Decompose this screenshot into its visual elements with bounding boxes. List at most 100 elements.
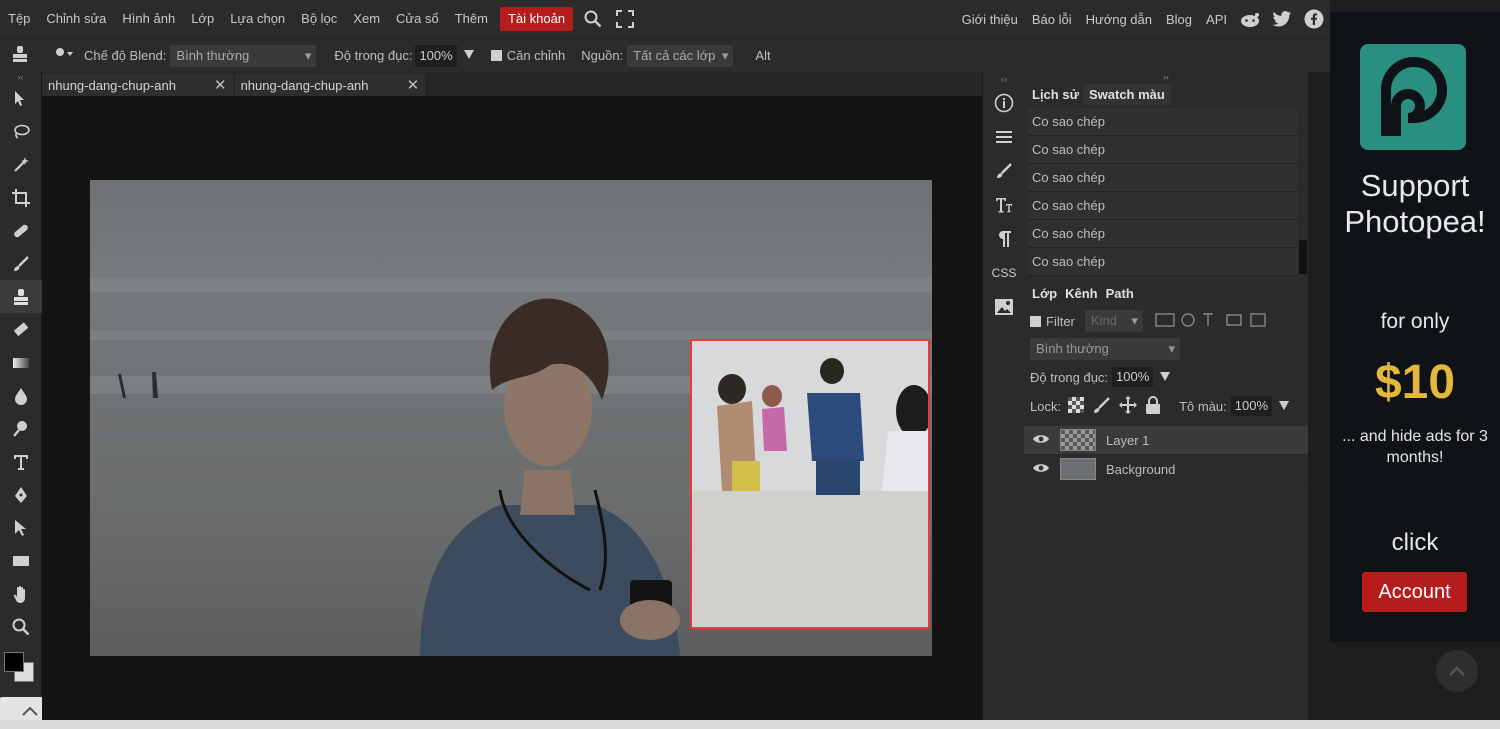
move-tool-icon[interactable]: [0, 82, 42, 115]
photopea-logo: [1360, 44, 1466, 150]
doc-tab[interactable]: nhung-dang-chup-anh ✕: [234, 74, 426, 96]
menu-layer[interactable]: Lớp: [183, 0, 222, 38]
menu-more[interactable]: Thêm: [447, 0, 496, 38]
source-label: Nguồn:: [581, 48, 624, 63]
tab-history[interactable]: Lịch sử: [1028, 87, 1083, 102]
menu-account[interactable]: Tài khoản: [499, 7, 574, 31]
foreground-color-swatch[interactable]: [4, 652, 24, 672]
reddit-icon[interactable]: [1239, 8, 1261, 30]
close-icon[interactable]: ✕: [214, 76, 227, 94]
layer-row[interactable]: Layer 1: [1024, 426, 1308, 455]
hand-tool-icon[interactable]: [0, 577, 42, 610]
swimmers-figure: [118, 372, 158, 398]
layer-opacity-label: Độ trong đục:: [1030, 369, 1109, 385]
history-item[interactable]: Co sao chép: [1028, 164, 1298, 192]
search-icon[interactable]: [582, 8, 604, 30]
fill-input[interactable]: 100%: [1230, 396, 1273, 416]
link-blog[interactable]: Blog: [1159, 12, 1199, 27]
eraser-tool-icon[interactable]: [0, 313, 42, 346]
layer-blend-select[interactable]: Bình thường: [1030, 338, 1180, 360]
panels-collapse-icon[interactable]: ›‹: [1024, 72, 1308, 82]
ad-account-button[interactable]: Account: [1362, 572, 1467, 612]
menu-image[interactable]: Hình ảnh: [114, 0, 183, 38]
crop-tool-icon[interactable]: [0, 181, 42, 214]
link-about[interactable]: Giới thiệu: [955, 12, 1025, 27]
history-scrollbar[interactable]: [1299, 240, 1307, 274]
layers-panel-tabs: Lớp Kênh Path: [1024, 280, 1308, 306]
close-icon[interactable]: ✕: [407, 76, 420, 94]
lock-position-icon[interactable]: [1119, 395, 1138, 417]
brush-tool-icon[interactable]: [0, 247, 42, 280]
tab-swatches[interactable]: Swatch màu: [1082, 83, 1171, 105]
tab-channels[interactable]: Kênh: [1061, 286, 1102, 301]
gradient-tool-icon[interactable]: [0, 346, 42, 379]
align-checkbox[interactable]: [490, 50, 502, 61]
pen-tool-icon[interactable]: [0, 478, 42, 511]
clone-stamp-icon[interactable]: [10, 44, 30, 67]
doc-tab[interactable]: nhung-dang-chup-anh ✕: [42, 74, 233, 96]
blend-mode-select[interactable]: Bình thường: [170, 44, 317, 67]
properties-icon[interactable]: [983, 120, 1025, 154]
layer-opacity-input[interactable]: 100%: [1112, 367, 1154, 387]
info-icon[interactable]: [983, 86, 1025, 120]
menu-select[interactable]: Lựa chọn: [222, 0, 293, 38]
path-select-icon[interactable]: [0, 511, 42, 544]
css-label[interactable]: CSS: [983, 256, 1025, 290]
menu-view[interactable]: Xem: [345, 0, 388, 38]
link-tutorial[interactable]: Hướng dẫn: [1079, 12, 1159, 27]
facebook-icon[interactable]: [1303, 8, 1325, 30]
twitter-icon[interactable]: [1271, 8, 1293, 30]
menu-filter[interactable]: Bộ lọc: [293, 0, 345, 38]
tab-layers[interactable]: Lớp: [1028, 286, 1061, 301]
magic-wand-icon[interactable]: [0, 148, 42, 181]
menu-edit[interactable]: Chỉnh sửa: [38, 0, 114, 38]
fill-dropdown-icon[interactable]: [1278, 399, 1290, 414]
lock-all-icon[interactable]: [1145, 395, 1161, 417]
person-figure: [420, 298, 680, 656]
history-item[interactable]: Co sao chép: [1028, 136, 1298, 164]
menu-bar: Tệp Chỉnh sửa Hình ảnh Lớp Lựa chọn Bộ l…: [0, 0, 1330, 38]
toolbar-collapse-icon[interactable]: ›‹: [0, 72, 41, 82]
filter-kind-select[interactable]: Kind: [1084, 310, 1143, 332]
brush-settings-icon[interactable]: [983, 154, 1025, 188]
zoom-tool-icon[interactable]: [0, 610, 42, 643]
clone-stamp-tool-icon[interactable]: [0, 280, 42, 313]
lasso-tool-icon[interactable]: [0, 115, 42, 148]
lock-pixels-icon[interactable]: [1093, 396, 1111, 417]
scroll-top-button[interactable]: [1436, 650, 1478, 692]
character-icon[interactable]: [983, 188, 1025, 222]
brush-preset-icon[interactable]: [52, 44, 74, 67]
layer-opacity-dropdown-icon[interactable]: [1159, 370, 1171, 385]
filter-type-icons[interactable]: [1155, 312, 1267, 331]
source-select[interactable]: Tất cả các lớp: [627, 44, 734, 67]
selection-region[interactable]: [690, 339, 930, 629]
history-item[interactable]: Co sao chép: [1028, 192, 1298, 220]
lock-transparency-icon[interactable]: [1067, 396, 1085, 417]
fullscreen-icon[interactable]: [614, 8, 636, 30]
history-item[interactable]: Co sao chép: [1028, 248, 1298, 276]
menu-file[interactable]: Tệp: [0, 0, 38, 38]
blend-mode-label: Chế độ Blend:: [84, 48, 167, 63]
tab-paths[interactable]: Path: [1102, 286, 1138, 301]
filter-checkbox[interactable]: [1030, 315, 1041, 327]
align-label: Căn chỉnh: [506, 48, 566, 63]
image-icon[interactable]: [983, 290, 1025, 324]
menu-window[interactable]: Cửa sổ: [388, 0, 447, 38]
rectangle-tool-icon[interactable]: [0, 544, 42, 577]
history-item[interactable]: Co sao chép: [1028, 108, 1298, 136]
eye-icon[interactable]: [1032, 433, 1050, 448]
healing-brush-icon[interactable]: [0, 214, 42, 247]
opacity-dropdown-icon[interactable]: [463, 48, 475, 63]
layer-name: Layer 1: [1106, 432, 1150, 448]
layer-row[interactable]: Background: [1024, 455, 1308, 484]
link-report-bug[interactable]: Báo lỗi: [1025, 12, 1079, 27]
strip-collapse-icon[interactable]: ‹›: [983, 72, 1025, 86]
link-api[interactable]: API: [1199, 12, 1234, 27]
eye-icon[interactable]: [1032, 462, 1050, 477]
history-item[interactable]: Co sao chép: [1028, 220, 1298, 248]
type-tool-icon[interactable]: [0, 445, 42, 478]
opacity-input[interactable]: 100%: [415, 44, 457, 67]
paragraph-icon[interactable]: [983, 222, 1025, 256]
dodge-tool-icon[interactable]: [0, 412, 42, 445]
blur-tool-icon[interactable]: [0, 379, 42, 412]
